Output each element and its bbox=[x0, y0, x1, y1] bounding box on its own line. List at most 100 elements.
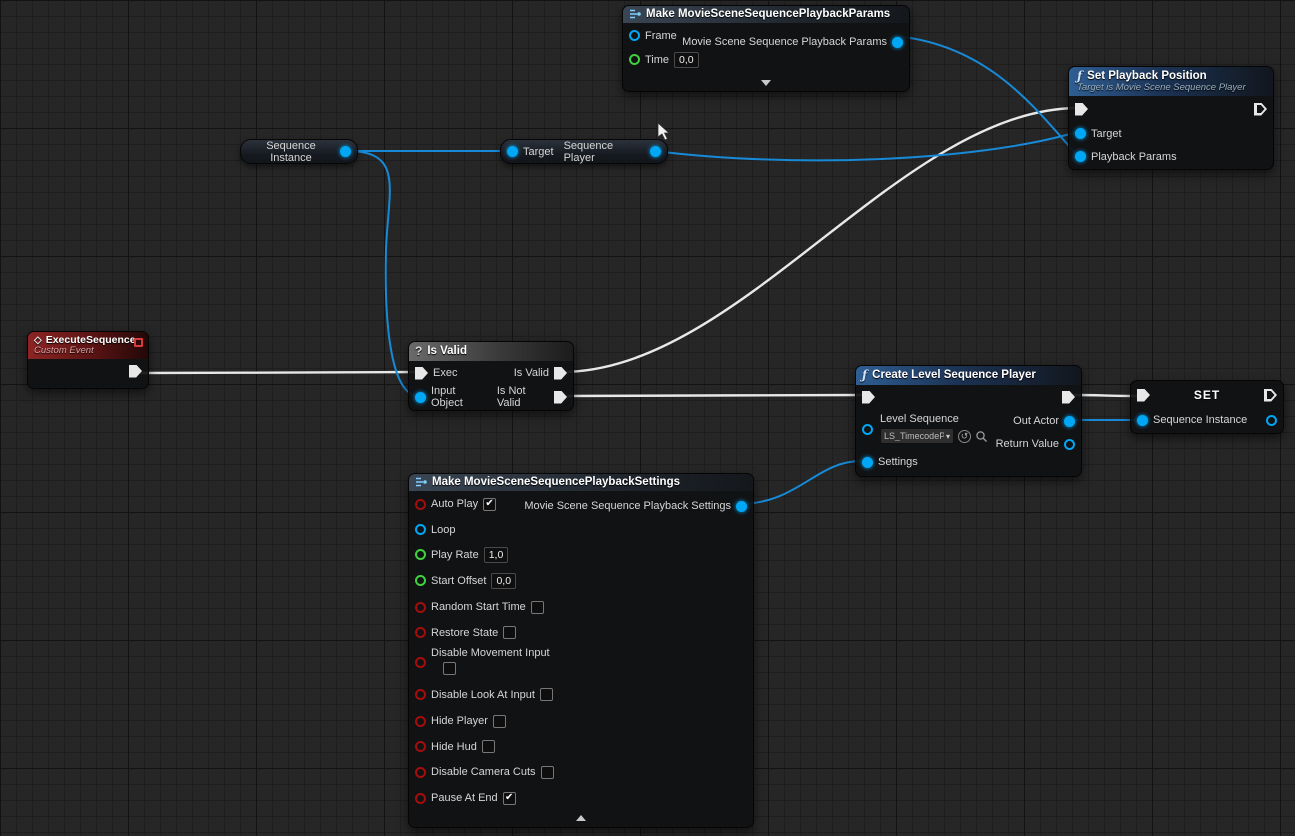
collapse-node-button[interactable] bbox=[761, 80, 771, 86]
wire-obj-makesettings-to-settings[interactable] bbox=[739, 461, 861, 504]
exec-out-pin[interactable] bbox=[1062, 391, 1075, 404]
node-title: Is Valid bbox=[427, 345, 467, 357]
target-input-pin[interactable] bbox=[507, 146, 518, 157]
event-delegate-pin[interactable] bbox=[134, 338, 143, 347]
random-start-time-input-pin[interactable] bbox=[415, 602, 426, 613]
auto-play-checkbox[interactable]: ✔ bbox=[483, 498, 496, 511]
exec-out-pin[interactable] bbox=[129, 365, 142, 378]
node-make-movie-scene-sequence-playback-settings[interactable]: Make MovieSceneSequencePlaybackSettings … bbox=[408, 473, 754, 828]
disable-look-at-input-label: Disable Look At Input bbox=[431, 689, 535, 701]
settings-row-loop: Loop bbox=[409, 517, 753, 542]
hide-player-checkbox[interactable] bbox=[493, 715, 506, 728]
function-icon: ƒ bbox=[862, 368, 867, 382]
asset-name: LS_TimecodePr bbox=[884, 431, 944, 441]
exec-in-pin[interactable] bbox=[862, 391, 875, 404]
out-actor-output-pin[interactable] bbox=[1064, 416, 1075, 427]
pause-at-end-checkbox[interactable]: ✔ bbox=[503, 792, 516, 805]
level-sequence-input-pin[interactable] bbox=[862, 424, 873, 435]
wire-obj-sequenceplayer-to-target[interactable] bbox=[655, 132, 1077, 160]
random-start-time-label: Random Start Time bbox=[431, 601, 526, 613]
return-value-label: Return Value bbox=[996, 438, 1059, 450]
params-output: Movie Scene Sequence Playback Params bbox=[682, 31, 903, 53]
disable-movement-input-pin[interactable] bbox=[415, 657, 426, 668]
start-offset-value-input[interactable]: 0,0 bbox=[491, 573, 516, 589]
hide-hud-checkbox[interactable] bbox=[482, 740, 495, 753]
exec-in-pin[interactable] bbox=[415, 367, 428, 380]
node-header[interactable]: Make MovieSceneSequencePlaybackSettings bbox=[409, 474, 753, 491]
disable-look-at-input-checkbox[interactable] bbox=[540, 688, 553, 701]
exec-in-pin[interactable] bbox=[1137, 389, 1150, 402]
is-valid-exec-out-pin[interactable] bbox=[554, 367, 567, 380]
node-header[interactable]: ◇ ExecuteSequence Custom Event bbox=[28, 332, 148, 359]
use-selected-asset-icon[interactable]: ↺ bbox=[958, 430, 971, 443]
wire-exec-executesequence-to-isvalid[interactable] bbox=[137, 372, 418, 373]
node-execute-sequence-event[interactable]: ◇ ExecuteSequence Custom Event bbox=[27, 331, 149, 389]
wire-obj-makeparams-to-playbackparams[interactable] bbox=[894, 36, 1077, 155]
loop-input-pin[interactable] bbox=[415, 524, 426, 535]
sequence-instance-output-pin[interactable] bbox=[340, 146, 351, 157]
target-input-pin[interactable] bbox=[1075, 128, 1086, 139]
node-get-sequence-instance[interactable]: Sequence Instance bbox=[240, 139, 358, 164]
make-struct-icon bbox=[629, 8, 641, 20]
blueprint-graph-canvas[interactable]: { "colors": { "pin-exec": "#e8e8e8", "pi… bbox=[0, 0, 1295, 836]
pause-at-end-input-pin[interactable] bbox=[415, 793, 426, 804]
playback-params-input-pin[interactable] bbox=[1075, 151, 1086, 162]
node-header[interactable]: ? Is Valid bbox=[409, 342, 573, 361]
sequence-player-output-pin[interactable] bbox=[650, 146, 661, 157]
wire-exec-isnotvalid-to-createplayer[interactable] bbox=[561, 395, 864, 396]
node-title: Set Playback Position bbox=[1087, 70, 1207, 82]
sequence-instance-label: Sequence Instance bbox=[1153, 414, 1247, 426]
return-value-output: Return Value bbox=[996, 434, 1075, 454]
node-set-sequence-instance[interactable]: SET Sequence Instance bbox=[1130, 380, 1284, 434]
play-rate-value-input[interactable]: 1,0 bbox=[484, 547, 509, 563]
exec-in-pin[interactable] bbox=[1075, 103, 1088, 116]
node-make-movie-scene-sequence-playback-params[interactable]: Make MovieSceneSequencePlaybackParams Fr… bbox=[622, 5, 910, 92]
settings-output-pin[interactable] bbox=[736, 501, 747, 512]
start-offset-label: Start Offset bbox=[431, 575, 486, 587]
node-title: Make MovieSceneSequencePlaybackParams bbox=[646, 8, 890, 20]
node-subtitle: Target is Movie Scene Sequence Player bbox=[1077, 82, 1265, 93]
hide-player-input-pin[interactable] bbox=[415, 716, 426, 727]
disable-look-at-input-pin[interactable] bbox=[415, 689, 426, 700]
auto-play-input-pin[interactable] bbox=[415, 499, 426, 510]
sequence-instance-input-pin[interactable] bbox=[1137, 415, 1148, 426]
time-value-input[interactable]: 0,0 bbox=[674, 52, 699, 68]
node-header[interactable]: ƒ Set Playback Position Target is Movie … bbox=[1069, 67, 1273, 96]
node-is-valid[interactable]: ? Is Valid Exec Is Valid Input Object Is… bbox=[408, 341, 574, 411]
hide-hud-input-pin[interactable] bbox=[415, 741, 426, 752]
browse-asset-icon[interactable] bbox=[975, 430, 988, 443]
node-set-playback-position[interactable]: ƒ Set Playback Position Target is Movie … bbox=[1068, 66, 1274, 170]
time-input-pin[interactable] bbox=[629, 54, 640, 65]
target-label: Target bbox=[523, 146, 554, 158]
settings-row-disable-camera-cuts: Disable Camera Cuts bbox=[409, 759, 753, 785]
level-sequence-asset-dropdown[interactable]: LS_TimecodePr ▾ bbox=[880, 428, 954, 444]
return-value-output-pin[interactable] bbox=[1064, 439, 1075, 450]
restore-state-input-pin[interactable] bbox=[415, 627, 426, 638]
params-output-pin[interactable] bbox=[892, 37, 903, 48]
node-header[interactable]: Make MovieSceneSequencePlaybackParams bbox=[623, 6, 909, 23]
node-title: SET bbox=[1194, 388, 1220, 402]
exec-out-pin[interactable] bbox=[1254, 103, 1267, 116]
exec-out-pin[interactable] bbox=[1264, 389, 1277, 402]
node-get-sequence-player[interactable]: Target Sequence Player bbox=[500, 139, 668, 164]
play-rate-input-pin[interactable] bbox=[415, 549, 426, 560]
playback-params-label: Playback Params bbox=[1091, 151, 1177, 163]
variable-name: Sequence Instance bbox=[247, 140, 335, 164]
random-start-time-checkbox[interactable] bbox=[531, 601, 544, 614]
start-offset-input-pin[interactable] bbox=[415, 575, 426, 586]
settings-input-pin[interactable] bbox=[862, 457, 873, 468]
node-create-level-sequence-player[interactable]: ƒ Create Level Sequence Player Level Seq… bbox=[855, 365, 1082, 477]
restore-state-checkbox[interactable] bbox=[503, 626, 516, 639]
mouse-cursor bbox=[656, 122, 674, 142]
level-sequence-label: Level Sequence bbox=[880, 413, 959, 425]
sequence-instance-output-pin[interactable] bbox=[1266, 415, 1277, 426]
node-header[interactable]: ƒ Create Level Sequence Player bbox=[856, 366, 1081, 385]
input-object-pin[interactable] bbox=[415, 392, 426, 403]
settings-output: Movie Scene Sequence Playback Settings bbox=[524, 495, 747, 517]
disable-camera-cuts-checkbox[interactable] bbox=[541, 766, 554, 779]
frame-input-pin[interactable] bbox=[629, 30, 640, 41]
disable-movement-input-checkbox[interactable] bbox=[443, 662, 456, 675]
is-not-valid-exec-out-pin[interactable] bbox=[554, 391, 567, 404]
collapse-node-button[interactable] bbox=[576, 815, 586, 821]
disable-camera-cuts-input-pin[interactable] bbox=[415, 767, 426, 778]
